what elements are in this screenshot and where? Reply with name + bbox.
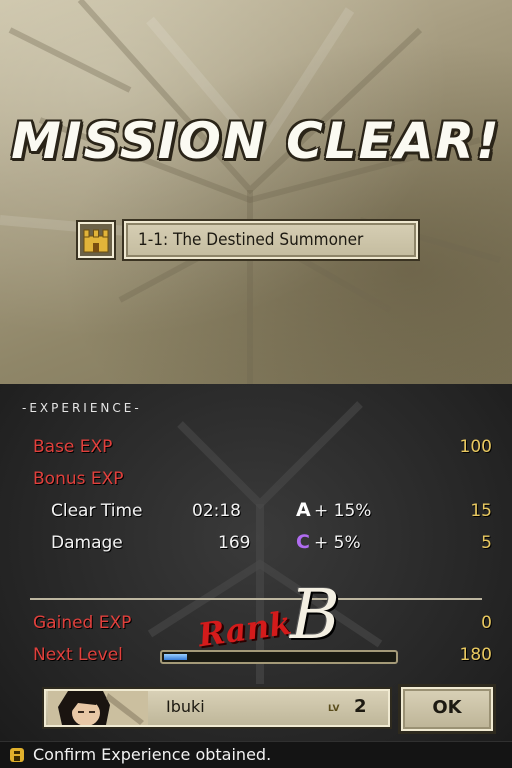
mission-name: 1-1: The Destined Summoner xyxy=(138,230,364,250)
mission-clear-title: MISSION CLEAR! xyxy=(11,112,501,170)
character-name: Ibuki xyxy=(166,697,205,716)
divider xyxy=(30,598,482,600)
ok-button[interactable]: OK xyxy=(401,687,493,731)
level-label: LV xyxy=(328,704,340,714)
background-art xyxy=(0,0,501,384)
clear-time-label: Clear Time xyxy=(51,501,143,521)
next-level-value: 180 xyxy=(459,645,492,665)
help-icon xyxy=(10,748,24,762)
character-level: 2 xyxy=(354,696,367,717)
clear-time-bonus-pct: + 15% xyxy=(314,501,372,521)
castle-icon xyxy=(78,222,114,258)
character-card: Ibuki LV 2 xyxy=(44,689,390,727)
next-level-progress-fill xyxy=(164,654,187,660)
experience-section-label: -EXPERIENCE- xyxy=(22,401,142,415)
damage-value: 169 xyxy=(218,533,251,553)
gained-exp-label: Gained EXP xyxy=(33,613,132,633)
game-screen: MISSION CLEAR! 1-1: The Destined Summone… xyxy=(0,0,512,768)
gained-exp-value: 0 xyxy=(481,613,492,633)
base-exp-label: Base EXP xyxy=(33,437,113,457)
damage-exp: 5 xyxy=(481,533,492,553)
bottom-screen: -EXPERIENCE- Base EXP 100 Bonus EXP Clea… xyxy=(0,384,512,768)
help-bar: Confirm Experience obtained. xyxy=(0,741,512,768)
bonus-exp-label: Bonus EXP xyxy=(33,469,124,489)
clear-time-value: 02:18 xyxy=(192,501,241,521)
next-level-label: Next Level xyxy=(33,645,123,665)
mission-name-plate: 1-1: The Destined Summoner xyxy=(124,221,418,259)
rank-letter: B xyxy=(290,576,340,655)
clear-time-grade: A xyxy=(296,499,311,521)
portrait-avatar xyxy=(48,691,148,725)
base-exp-value: 100 xyxy=(459,437,492,457)
help-text: Confirm Experience obtained. xyxy=(33,745,272,764)
damage-label: Damage xyxy=(51,533,123,553)
next-level-progress-bar xyxy=(160,650,398,664)
clear-time-exp: 15 xyxy=(470,501,492,521)
damage-bonus-pct: + 5% xyxy=(314,533,361,553)
damage-grade: C xyxy=(296,531,310,553)
top-screen: MISSION CLEAR! 1-1: The Destined Summone… xyxy=(0,0,512,384)
